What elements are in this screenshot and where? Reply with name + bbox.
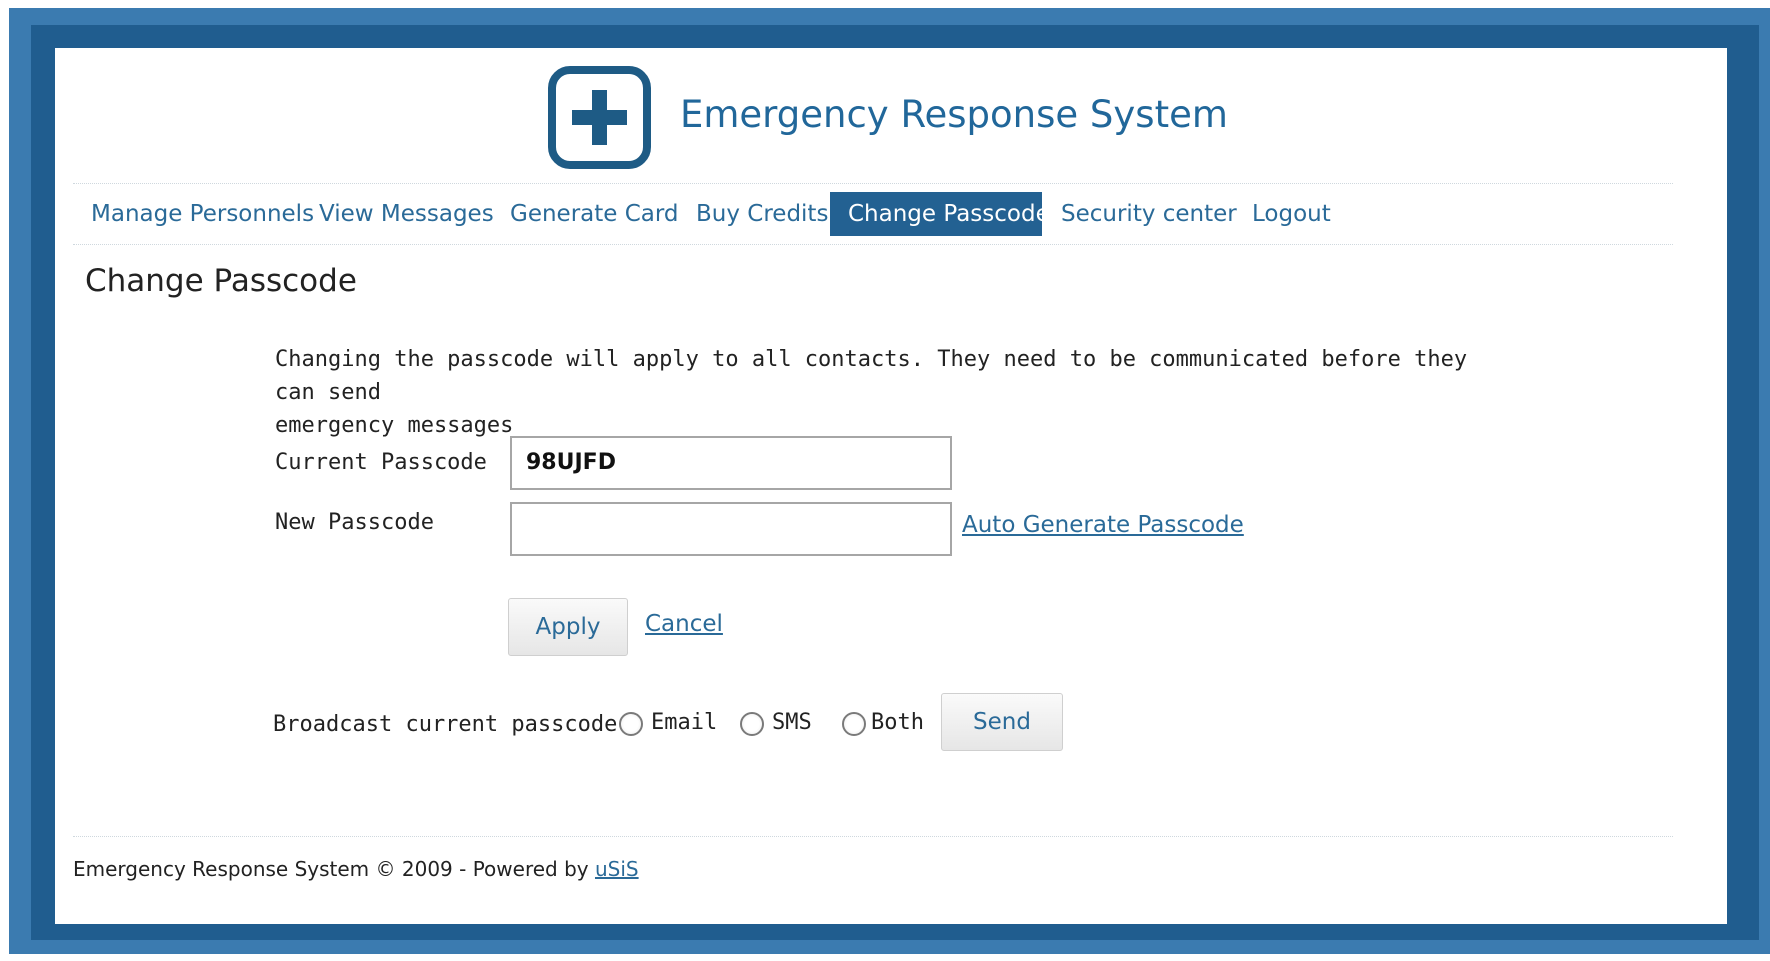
- plus-cross-icon: [548, 66, 651, 169]
- auto-generate-passcode-link[interactable]: Auto Generate Passcode: [962, 512, 1244, 538]
- intro-line-1: Changing the passcode will apply to all …: [275, 347, 1468, 405]
- nav-item-view-messages[interactable]: View Messages: [301, 192, 512, 236]
- radio-both[interactable]: [842, 712, 866, 736]
- nav-item-generate-card[interactable]: Generate Card: [492, 192, 697, 236]
- cancel-link[interactable]: Cancel: [645, 611, 723, 637]
- radio-email[interactable]: [619, 712, 643, 736]
- nav-item-logout[interactable]: Logout: [1234, 192, 1349, 236]
- send-button[interactable]: Send: [941, 693, 1063, 751]
- site-title: Emergency Response System: [680, 93, 1228, 136]
- footer-copyright: Emergency Response System © 2009 - Power…: [73, 857, 595, 881]
- main-nav: Manage Personnels View Messages Generate…: [73, 183, 1673, 245]
- apply-button[interactable]: Apply: [508, 598, 628, 656]
- new-passcode-field[interactable]: [510, 502, 952, 556]
- footer-text: Emergency Response System © 2009 - Power…: [73, 857, 639, 881]
- intro-text: Changing the passcode will apply to all …: [275, 343, 1475, 442]
- nav-item-manage-personnels[interactable]: Manage Personnels: [73, 192, 332, 236]
- radio-email-label: Email: [651, 710, 718, 735]
- nav-item-security-center[interactable]: Security center: [1043, 192, 1255, 236]
- radio-sms-label: SMS: [772, 710, 812, 735]
- nav-item-change-passcode[interactable]: Change Passcode: [830, 192, 1050, 236]
- page-container: Emergency Response System Manage Personn…: [55, 48, 1727, 924]
- current-passcode-label: Current Passcode: [275, 450, 487, 475]
- radio-sms[interactable]: [740, 712, 764, 736]
- nav-item-buy-credits[interactable]: Buy Credits: [678, 192, 846, 236]
- broadcast-label: Broadcast current passcode :: [273, 712, 644, 737]
- page-title: Change Passcode: [85, 263, 357, 299]
- footer-usis-link[interactable]: uSiS: [595, 857, 639, 881]
- footer: Emergency Response System © 2009 - Power…: [73, 836, 1673, 881]
- new-passcode-label: New Passcode: [275, 510, 434, 535]
- radio-both-label: Both: [871, 710, 924, 735]
- header: Emergency Response System: [55, 48, 1727, 183]
- current-passcode-field[interactable]: 98UJFD: [510, 436, 952, 490]
